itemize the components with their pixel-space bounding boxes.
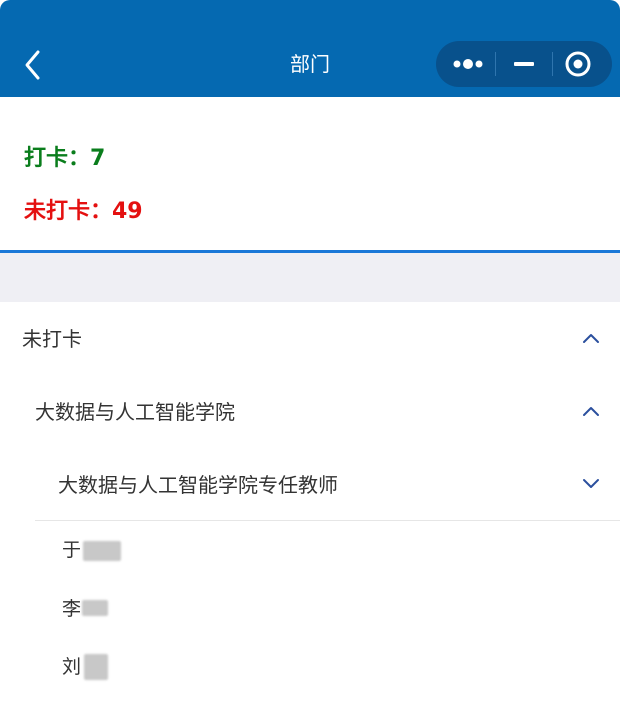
group-label: 未打卡 bbox=[22, 327, 82, 351]
more-dots-icon bbox=[453, 59, 483, 69]
group-teachers[interactable]: 大数据与人工智能学院专任教师 bbox=[0, 456, 620, 514]
blurred-name bbox=[83, 541, 121, 561]
section-spacer bbox=[0, 253, 620, 302]
mini-program-capsule bbox=[436, 41, 612, 87]
person-name: 李 bbox=[62, 598, 82, 620]
group-not-checked-in[interactable]: 未打卡 bbox=[0, 310, 620, 368]
chevron-up-icon bbox=[583, 334, 599, 343]
close-button[interactable] bbox=[553, 41, 612, 87]
navigation-bar: 部门 bbox=[0, 0, 620, 97]
list-item[interactable]: 刘 bbox=[0, 642, 620, 692]
person-name: 于 bbox=[62, 539, 82, 561]
teachers-label: 大数据与人工智能学院专任教师 bbox=[58, 473, 338, 497]
college-label: 大数据与人工智能学院 bbox=[35, 400, 235, 424]
chevron-down-icon bbox=[583, 479, 599, 488]
minimize-button[interactable] bbox=[496, 41, 552, 87]
list-item[interactable]: 于 bbox=[0, 525, 620, 575]
more-button[interactable] bbox=[436, 41, 494, 87]
attendance-stats: 打卡：7 未打卡：49 bbox=[0, 97, 620, 250]
checked-in-count: 打卡：7 bbox=[24, 146, 106, 171]
list-divider bbox=[35, 520, 620, 521]
list-item[interactable]: 李 bbox=[0, 584, 620, 634]
person-name: 刘 bbox=[62, 656, 82, 678]
blurred-name bbox=[84, 654, 108, 680]
minimize-icon bbox=[514, 62, 534, 66]
blurred-name bbox=[82, 600, 108, 616]
not-checked-in-count: 未打卡：49 bbox=[24, 199, 143, 224]
group-college[interactable]: 大数据与人工智能学院 bbox=[0, 383, 620, 441]
target-close-icon bbox=[565, 51, 591, 77]
chevron-up-icon bbox=[583, 407, 599, 416]
